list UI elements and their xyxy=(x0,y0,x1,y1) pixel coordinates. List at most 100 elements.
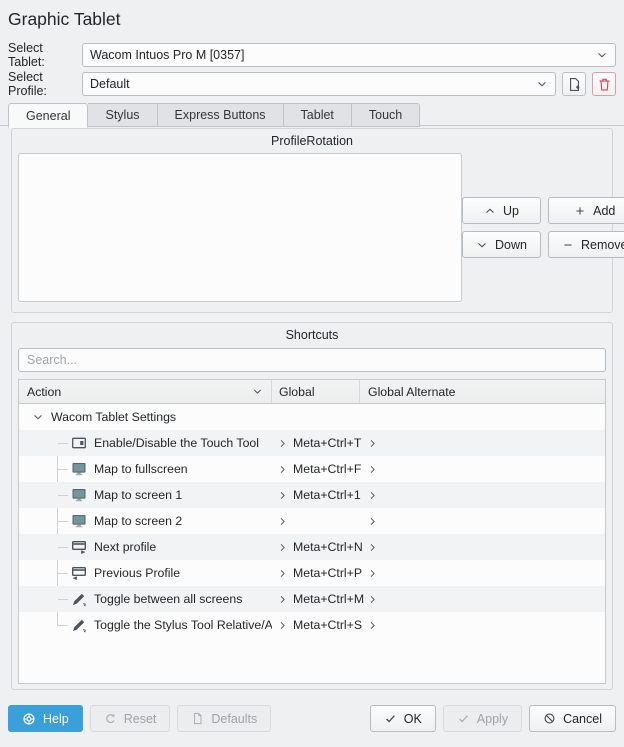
alternate-shortcut-cell[interactable] xyxy=(360,430,605,456)
tablet-select-combobox[interactable]: Wacom Intuos Pro M [0357] xyxy=(82,43,616,67)
column-header-global-alternate[interactable]: Global Alternate xyxy=(360,380,605,403)
global-shortcut-cell[interactable] xyxy=(272,508,360,534)
profile-select-label: Select Profile: xyxy=(8,70,76,98)
shortcut-row[interactable]: Next profile Meta+Ctrl+N xyxy=(19,534,605,560)
expander-closed-icon[interactable] xyxy=(367,438,378,449)
alternate-shortcut-cell[interactable] xyxy=(360,586,605,612)
ok-button-label: OK xyxy=(404,712,422,726)
profile-rotation-title: ProfileRotation xyxy=(12,129,612,150)
rotation-down-button[interactable]: Down xyxy=(462,231,541,258)
delete-profile-button[interactable] xyxy=(592,72,616,96)
alternate-shortcut-cell[interactable] xyxy=(360,560,605,586)
alternate-shortcut-cell[interactable] xyxy=(360,612,605,638)
shortcuts-groupbox: Shortcuts Action Global Global Alternate… xyxy=(11,322,613,690)
tab-general[interactable]: General xyxy=(8,103,88,128)
rotation-add-button[interactable]: Add xyxy=(548,197,624,224)
global-shortcut-cell[interactable]: Meta+Ctrl+N xyxy=(272,534,360,560)
apply-button[interactable]: Apply xyxy=(443,705,522,732)
expander-closed-icon[interactable] xyxy=(367,542,378,553)
expander-closed-icon[interactable] xyxy=(277,490,288,501)
alternate-shortcut-cell[interactable] xyxy=(360,508,605,534)
expander-closed-icon[interactable] xyxy=(277,568,288,579)
plus-icon xyxy=(574,205,586,217)
cancel-icon xyxy=(543,712,556,725)
expander-closed-icon[interactable] xyxy=(367,620,378,631)
chevron-down-icon xyxy=(596,49,608,61)
shortcut-row[interactable]: Map to screen 2 xyxy=(19,508,605,534)
global-shortcut-cell[interactable]: Meta+Ctrl+P xyxy=(272,560,360,586)
search-input[interactable] xyxy=(18,348,606,372)
expander-closed-icon[interactable] xyxy=(277,438,288,449)
expander-closed-icon[interactable] xyxy=(277,594,288,605)
up-button-label: Up xyxy=(503,204,519,218)
alternate-shortcut-cell[interactable] xyxy=(360,482,605,508)
check-icon xyxy=(457,712,470,725)
global-shortcut-cell[interactable]: Meta+Ctrl+S xyxy=(272,612,360,638)
rotation-up-button[interactable]: Up xyxy=(462,197,541,224)
dialog-button-bar: Help Reset Defaults OK Apply Cancel xyxy=(8,705,616,732)
shortcut-group-row[interactable]: Wacom Tablet Settings xyxy=(19,404,605,430)
shortcut-row[interactable]: Map to screen 1 Meta+Ctrl+1 xyxy=(19,482,605,508)
defaults-button[interactable]: Defaults xyxy=(177,705,271,732)
action-icon xyxy=(71,617,87,633)
tab-bar: General Stylus Express Buttons Tablet To… xyxy=(8,103,624,126)
cancel-button[interactable]: Cancel xyxy=(529,705,616,732)
ok-button[interactable]: OK xyxy=(370,705,436,732)
profile-rotation-groupbox: ProfileRotation Up Add Down Remove xyxy=(11,128,613,313)
shortcut-group-label: Wacom Tablet Settings xyxy=(51,410,176,424)
tab-stylus[interactable]: Stylus xyxy=(88,103,157,127)
action-label: Map to screen 1 xyxy=(94,488,182,502)
profile-select-value: Default xyxy=(90,77,530,91)
alternate-shortcut-cell[interactable] xyxy=(360,534,605,560)
expander-closed-icon[interactable] xyxy=(277,464,288,475)
global-shortcut-label: Meta+Ctrl+1 xyxy=(293,488,361,502)
sort-descending-icon xyxy=(252,386,263,397)
expander-closed-icon[interactable] xyxy=(277,542,288,553)
remove-button-label: Remove xyxy=(581,238,624,252)
tab-tablet[interactable]: Tablet xyxy=(284,103,352,127)
expander-closed-icon[interactable] xyxy=(367,490,378,501)
new-profile-button[interactable] xyxy=(562,72,586,96)
shortcut-row[interactable]: Previous Profile Meta+Ctrl+P xyxy=(19,560,605,586)
expander-closed-icon[interactable] xyxy=(277,516,288,527)
column-header-action[interactable]: Action xyxy=(19,380,272,403)
global-shortcut-cell[interactable]: Meta+Ctrl+T xyxy=(272,430,360,456)
global-shortcut-cell[interactable]: Meta+Ctrl+F xyxy=(272,456,360,482)
tablet-select-value: Wacom Intuos Pro M [0357] xyxy=(90,48,590,62)
global-shortcut-label: Meta+Ctrl+P xyxy=(293,566,362,580)
expander-open-icon[interactable] xyxy=(32,411,44,423)
trash-icon xyxy=(597,77,612,92)
expander-closed-icon[interactable] xyxy=(277,620,288,631)
profile-rotation-list[interactable] xyxy=(18,153,462,302)
global-shortcut-cell[interactable]: Meta+Ctrl+M xyxy=(272,586,360,612)
global-shortcut-cell[interactable]: Meta+Ctrl+1 xyxy=(272,482,360,508)
expander-closed-icon[interactable] xyxy=(367,516,378,527)
shortcut-row[interactable]: Enable/Disable the Touch Tool Meta+Ctrl+… xyxy=(19,430,605,456)
shortcut-row[interactable]: Toggle the Stylus Tool Relative/Absolute… xyxy=(19,612,605,638)
tablet-select-label: Select Tablet: xyxy=(8,41,76,69)
action-header-label: Action xyxy=(27,385,61,399)
page-title: Graphic Tablet xyxy=(8,8,616,30)
action-icon xyxy=(71,461,87,477)
alternate-shortcut-cell[interactable] xyxy=(360,456,605,482)
action-cell: Enable/Disable the Touch Tool xyxy=(19,430,272,456)
action-label: Toggle the Stylus Tool Relative/Absolute xyxy=(94,618,272,632)
expander-closed-icon[interactable] xyxy=(367,594,378,605)
reset-button[interactable]: Reset xyxy=(90,705,171,732)
help-icon xyxy=(22,712,36,726)
action-cell: Map to fullscreen xyxy=(19,456,272,482)
tab-touch[interactable]: Touch xyxy=(352,103,420,127)
expander-closed-icon[interactable] xyxy=(367,464,378,475)
help-button[interactable]: Help xyxy=(8,705,83,732)
apply-button-label: Apply xyxy=(477,712,508,726)
shortcut-row[interactable]: Toggle between all screens Meta+Ctrl+M xyxy=(19,586,605,612)
tab-express-buttons[interactable]: Express Buttons xyxy=(158,103,284,127)
expander-closed-icon[interactable] xyxy=(367,568,378,579)
shortcut-rows: Wacom Tablet Settings Enable/Disable the… xyxy=(19,404,605,683)
action-icon xyxy=(71,591,87,607)
shortcut-row[interactable]: Map to fullscreen Meta+Ctrl+F xyxy=(19,456,605,482)
profile-select-combobox[interactable]: Default xyxy=(82,72,556,96)
column-header-global[interactable]: Global xyxy=(272,380,360,403)
rotation-remove-button[interactable]: Remove xyxy=(548,231,624,258)
action-cell: Next profile xyxy=(19,534,272,560)
